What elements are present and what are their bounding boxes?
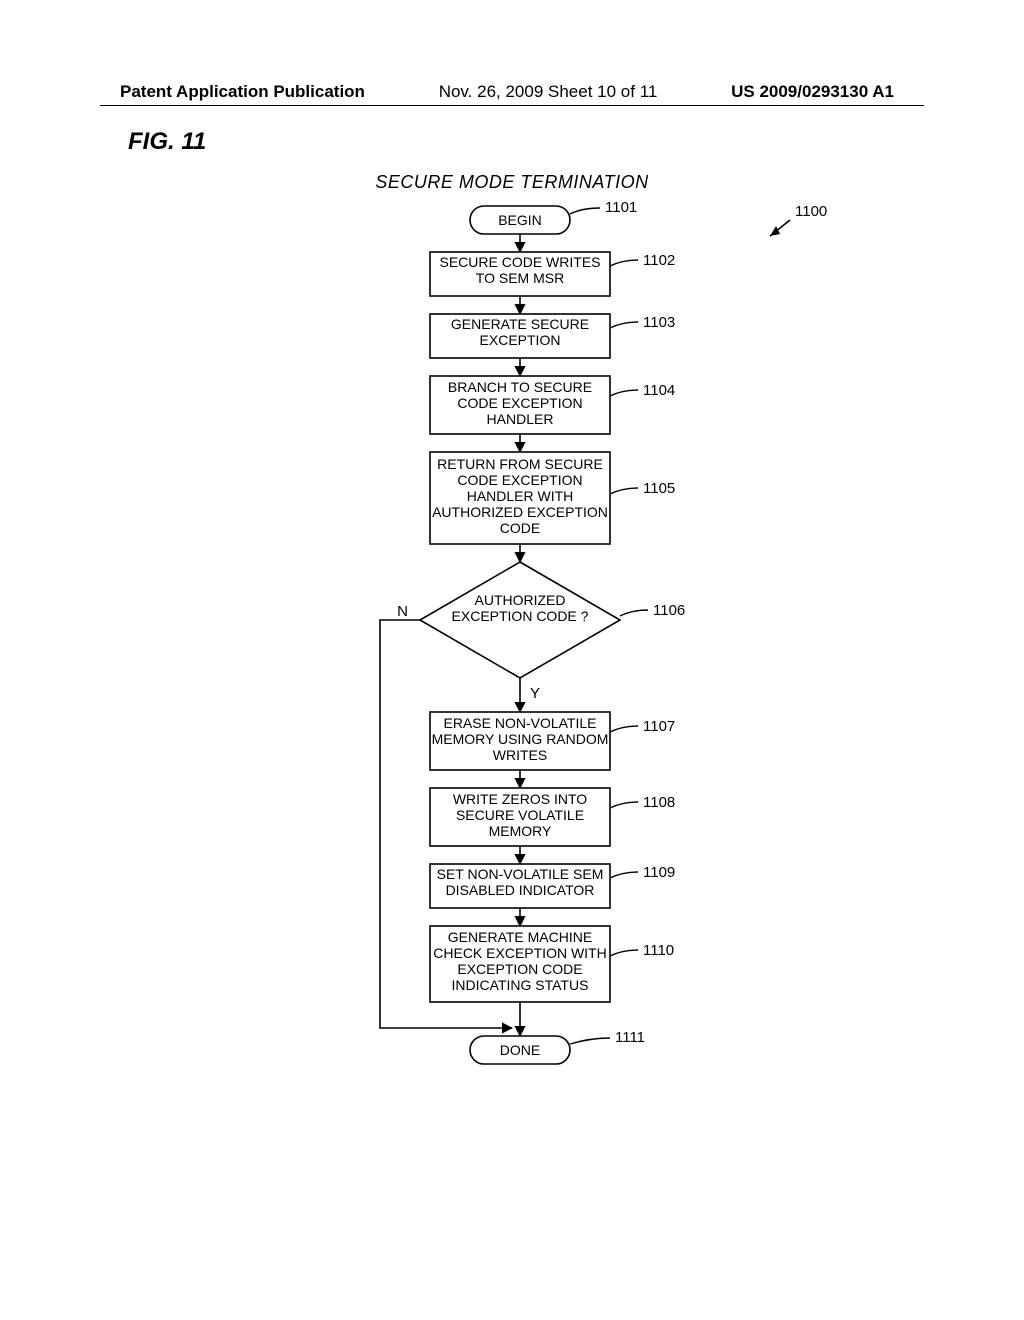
node-1103: GENERATE SECURE EXCEPTION [430, 314, 610, 358]
overall-ref: 1100 [795, 203, 827, 220]
node-begin-text: BEGIN [498, 212, 542, 228]
node-1109-text: SET NON-VOLATILE SEM DISABLED INDICATOR [430, 866, 610, 898]
ref-1102: 1102 [643, 252, 675, 269]
node-begin: BEGIN [470, 206, 570, 234]
header-mid: Nov. 26, 2009 Sheet 10 of 11 [439, 82, 658, 102]
ref-1107: 1107 [643, 718, 675, 735]
node-1103-text: GENERATE SECURE EXCEPTION [430, 316, 610, 348]
node-1105: RETURN FROM SECURE CODE EXCEPTION HANDLE… [430, 452, 610, 544]
ref-1111: 1111 [615, 1029, 645, 1046]
node-1104-text: BRANCH TO SECURE CODE EXCEPTION HANDLER [430, 379, 610, 427]
ref-1103: 1103 [643, 314, 675, 331]
chart-title: SECURE MODE TERMINATION [0, 172, 1024, 193]
node-1105-text: RETURN FROM SECURE CODE EXCEPTION HANDLE… [430, 456, 610, 536]
header-left: Patent Application Publication [120, 82, 365, 102]
header-rule [100, 105, 924, 106]
node-1110-text: GENERATE MACHINE CHECK EXCEPTION WITH EX… [430, 929, 610, 993]
header-right: US 2009/0293130 A1 [731, 82, 894, 102]
node-1107: ERASE NON-VOLATILE MEMORY USING RANDOM W… [430, 712, 610, 770]
node-done: DONE [470, 1036, 570, 1064]
node-1106-text: AUTHORIZED EXCEPTION CODE ? [450, 592, 590, 624]
flowchart: BEGIN 1101 SECURE CODE WRITES TO SEM MSR… [0, 196, 1024, 1296]
figure-label: FIG. 11 [128, 128, 206, 156]
decision-no-label: N [397, 603, 408, 620]
decision-yes-label: Y [530, 685, 540, 702]
node-1108: WRITE ZEROS INTO SECURE VOLATILE MEMORY [430, 788, 610, 846]
node-1104: BRANCH TO SECURE CODE EXCEPTION HANDLER [430, 376, 610, 434]
overall-ref-pointer [770, 220, 790, 236]
ref-1104: 1104 [643, 382, 675, 399]
page-header: Patent Application Publication Nov. 26, … [0, 82, 1024, 102]
node-1102: SECURE CODE WRITES TO SEM MSR [430, 252, 610, 296]
node-1107-text: ERASE NON-VOLATILE MEMORY USING RANDOM W… [430, 715, 610, 763]
node-1109: SET NON-VOLATILE SEM DISABLED INDICATOR [430, 864, 610, 908]
node-1102-text: SECURE CODE WRITES TO SEM MSR [430, 254, 610, 286]
node-1108-text: WRITE ZEROS INTO SECURE VOLATILE MEMORY [430, 791, 610, 839]
node-1106: AUTHORIZED EXCEPTION CODE ? [420, 562, 620, 678]
ref-1108: 1108 [643, 794, 675, 811]
ref-1106: 1106 [653, 602, 685, 619]
ref-1110: 1110 [643, 942, 674, 959]
node-1110: GENERATE MACHINE CHECK EXCEPTION WITH EX… [430, 926, 610, 1002]
ref-1105: 1105 [643, 480, 675, 497]
page: Patent Application Publication Nov. 26, … [0, 0, 1024, 1320]
node-done-text: DONE [500, 1042, 540, 1058]
ref-1101: 1101 [605, 199, 637, 216]
ref-1109: 1109 [643, 864, 675, 881]
